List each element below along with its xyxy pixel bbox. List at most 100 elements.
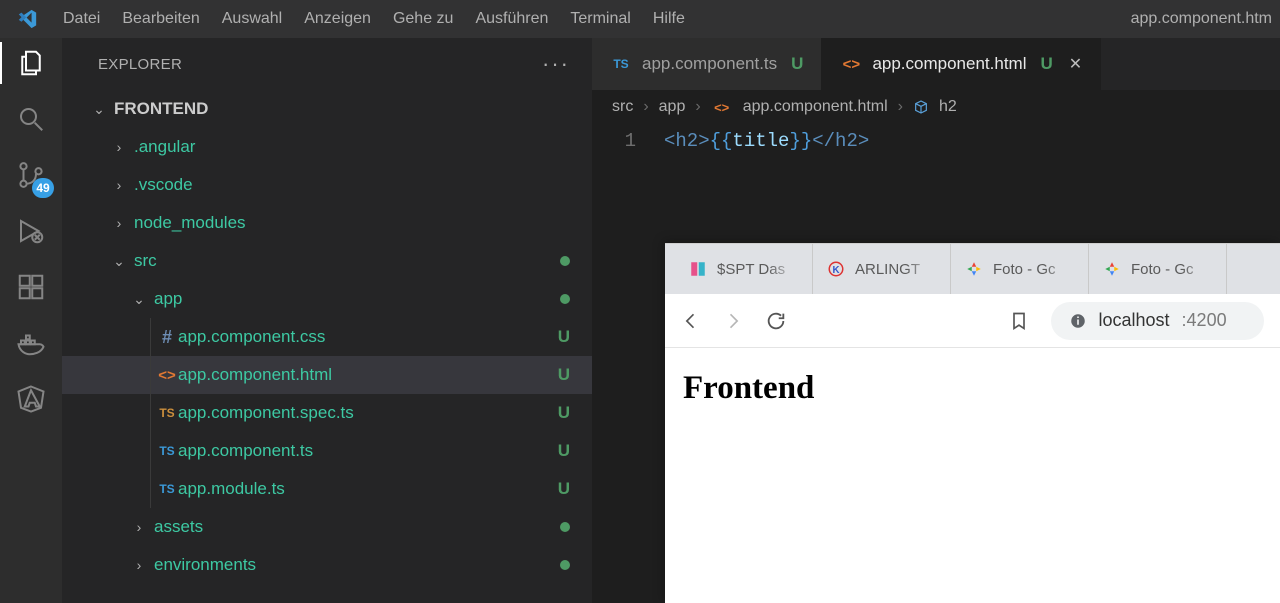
menu-ausfuehren[interactable]: Ausführen [464, 0, 559, 38]
browser-tab-label: Foto - Gc [1131, 261, 1212, 278]
svg-text:K: K [832, 265, 839, 276]
git-untracked-badge: U [1040, 54, 1052, 74]
tree-file-app-component-ts[interactable]: TS app.component.ts U [62, 432, 592, 470]
ts-file-icon: TS [156, 442, 178, 460]
chevron-down-icon: ⌄ [130, 291, 148, 308]
chevron-right-icon: › [130, 519, 148, 535]
browser-toolbar: localhost :4200 [665, 294, 1280, 348]
tree-folder-app[interactable]: ⌄ app [62, 280, 592, 318]
tree-item-label: .vscode [134, 175, 193, 195]
menu-bearbeiten[interactable]: Bearbeiten [111, 0, 210, 38]
forward-icon[interactable] [723, 311, 743, 331]
chevron-right-icon: › [130, 557, 148, 573]
tab-app-component-html[interactable]: <> app.component.html U ✕ [822, 38, 1101, 90]
file-tree: ⌄ FRONTEND › .angular › .vscode › node_m… [62, 90, 592, 584]
menu-anzeigen[interactable]: Anzeigen [293, 0, 382, 38]
search-icon [16, 104, 46, 134]
ts-spec-file-icon: TS [156, 404, 178, 422]
editor-tabs: TS app.component.ts U <> app.component.h… [592, 38, 1280, 90]
chevron-right-icon: › [695, 98, 700, 116]
tree-item-label: .angular [134, 137, 195, 157]
favicon-icon [689, 260, 707, 278]
title-bar: Datei Bearbeiten Auswahl Anzeigen Gehe z… [0, 0, 1280, 38]
url-port: :4200 [1182, 310, 1227, 331]
git-modified-dot-icon [560, 522, 570, 532]
tree-file-app-component-spec[interactable]: TS app.component.spec.ts U [62, 394, 592, 432]
html-file-icon: <> [156, 366, 178, 384]
crumb-src[interactable]: src [612, 98, 633, 116]
tree-item-label: app [154, 289, 182, 309]
docker-icon [16, 328, 46, 358]
run-debug-icon [16, 216, 46, 246]
git-modified-dot-icon [560, 560, 570, 570]
activity-explorer[interactable] [0, 48, 62, 78]
back-icon[interactable] [681, 311, 701, 331]
chevron-right-icon: › [898, 98, 903, 116]
tree-item-label: app.module.ts [178, 479, 285, 499]
activity-scm[interactable]: 49 [0, 160, 62, 190]
tree-root[interactable]: ⌄ FRONTEND [62, 90, 592, 128]
tree-folder-nodemodules[interactable]: › node_modules [62, 204, 592, 242]
git-untracked-badge: U [558, 365, 570, 385]
browser-tab[interactable]: K ARLINGT [813, 244, 951, 294]
menu-terminal[interactable]: Terminal [559, 0, 641, 38]
activity-extensions[interactable] [0, 272, 62, 302]
tab-label: app.component.ts [642, 54, 777, 74]
tree-item-label: node_modules [134, 213, 246, 233]
address-bar[interactable]: localhost :4200 [1051, 302, 1265, 340]
crumb-file[interactable]: app.component.html [743, 98, 888, 116]
reload-icon[interactable] [765, 310, 787, 332]
window-title: app.component.htm [1131, 10, 1280, 28]
tree-folder-vscode[interactable]: › .vscode [62, 166, 592, 204]
tree-root-label: FRONTEND [114, 99, 208, 119]
bookmark-icon[interactable] [1009, 311, 1029, 331]
activity-search[interactable] [0, 104, 62, 134]
symbol-icon [913, 99, 929, 115]
activity-docker[interactable] [0, 328, 62, 358]
menu-datei[interactable]: Datei [52, 0, 111, 38]
git-modified-dot-icon [560, 256, 570, 266]
menu-gehezu[interactable]: Gehe zu [382, 0, 464, 38]
chevron-right-icon: › [110, 177, 128, 193]
tab-app-component-ts[interactable]: TS app.component.ts U [592, 38, 822, 90]
chevron-down-icon: ⌄ [90, 101, 108, 118]
menu-auswahl[interactable]: Auswahl [211, 0, 293, 38]
menu-hilfe[interactable]: Hilfe [642, 0, 696, 38]
tree-item-label: app.component.ts [178, 441, 313, 461]
html-file-icon: <> [840, 55, 862, 73]
tree-folder-environments[interactable]: › environments [62, 546, 592, 584]
tree-item-label: src [134, 251, 157, 271]
git-untracked-badge: U [558, 327, 570, 347]
ts-file-icon: TS [610, 55, 632, 73]
explorer-more-icon[interactable]: ··· [542, 51, 570, 77]
code-editor[interactable]: 1<h2>{{title}}</h2> [592, 124, 1280, 152]
breadcrumbs[interactable]: src › app › <> app.component.html › h2 [592, 90, 1280, 124]
close-icon[interactable]: ✕ [1069, 54, 1082, 74]
tree-file-app-component-css[interactable]: # app.component.css U [62, 318, 592, 356]
line-number: 1 [592, 130, 664, 152]
sidebar-explorer: EXPLORER ··· ⌄ FRONTEND › .angular › .vs… [62, 38, 592, 603]
activity-run[interactable] [0, 216, 62, 246]
url-host: localhost [1099, 310, 1170, 331]
browser-tab-label: ARLINGT [855, 261, 936, 278]
git-untracked-badge: U [558, 403, 570, 423]
git-untracked-badge: U [558, 479, 570, 499]
tree-file-app-module-ts[interactable]: TS app.module.ts U [62, 470, 592, 508]
code-token: <h2> [664, 130, 710, 152]
vscode-logo-icon [16, 8, 38, 30]
tree-folder-assets[interactable]: › assets [62, 508, 592, 546]
crumb-symbol[interactable]: h2 [939, 98, 957, 116]
browser-tab[interactable]: Foto - Gc [951, 244, 1089, 294]
activity-angular[interactable] [0, 384, 62, 414]
activity-bar: 49 [0, 38, 62, 603]
browser-tabs: $SPT Das K ARLINGT Foto - Gc Foto - Gc [665, 244, 1280, 294]
explorer-title: EXPLORER [98, 56, 182, 73]
tree-folder-angular[interactable]: › .angular [62, 128, 592, 166]
crumb-app[interactable]: app [659, 98, 686, 116]
tree-file-app-component-html[interactable]: <> app.component.html U [62, 356, 592, 394]
browser-tab[interactable]: $SPT Das [675, 244, 813, 294]
chevron-right-icon: › [643, 98, 648, 116]
tree-folder-src[interactable]: ⌄ src [62, 242, 592, 280]
browser-tab[interactable]: Foto - Gc [1089, 244, 1227, 294]
tree-item-label: environments [154, 555, 256, 575]
